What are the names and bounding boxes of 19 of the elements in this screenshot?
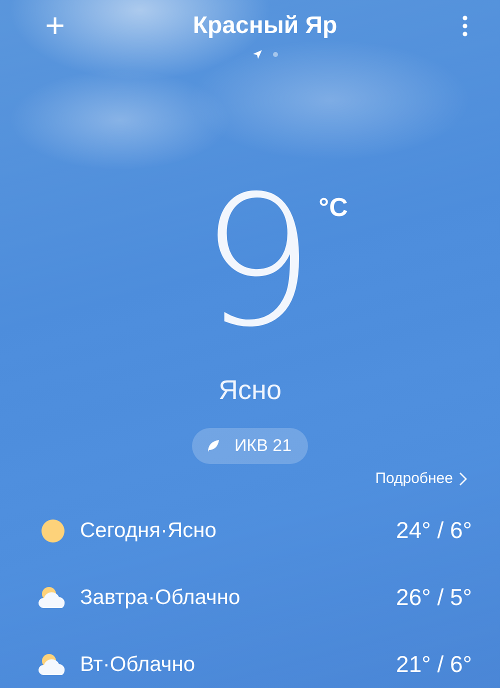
condition-text: Ясно [218,375,282,406]
temperature-unit: °C [318,192,348,223]
forecast-day-label: Вт·Облачно [80,652,196,676]
page-indicator-dot[interactable] [272,52,278,57]
forecast-temperature: 24° / 6° [396,517,472,544]
more-link[interactable]: Подробнее [375,470,467,487]
chevron-right-icon [459,472,467,486]
forecast-temperature: 26° / 5° [396,584,472,611]
forecast-day-label: Сегодня·Ясно [80,518,218,542]
forecast-temperature: 21° / 6° [396,651,472,678]
city-title: Красный Яр [192,11,338,41]
temperature-value: 9 [200,190,311,335]
location-indicator-icon[interactable] [252,49,263,60]
air-quality-badge[interactable]: ИКВ 21 [192,428,308,464]
add-button[interactable]: + [40,10,70,42]
forecast-day-label: Завтра·Облачно [80,586,242,610]
sun-icon [41,518,65,542]
more-icon [462,15,468,37]
leaf-icon [206,439,220,453]
